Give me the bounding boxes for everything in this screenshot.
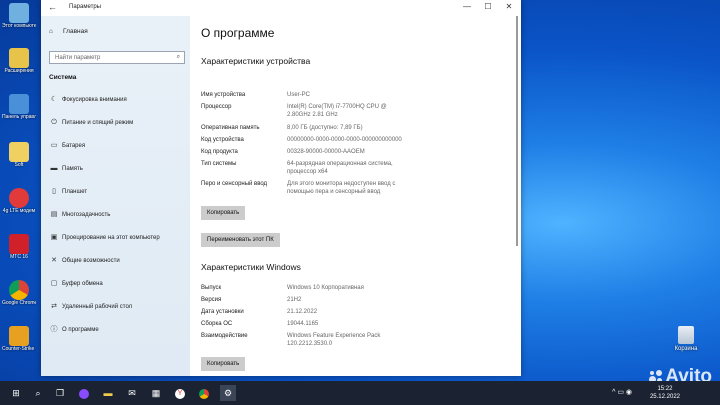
csgo-icon	[9, 326, 29, 346]
desktop-icon-extensions[interactable]: Расширения	[2, 48, 36, 74]
taskbar-alice[interactable]	[76, 385, 92, 401]
sidebar-item-tablet[interactable]: ▯ Планшет	[41, 182, 190, 204]
sidebar-section-title: Система	[49, 74, 77, 81]
sidebar-item-multitasking[interactable]: ▤ Многозадачность	[41, 205, 190, 227]
taskbar-explorer[interactable]: ▬	[100, 385, 116, 401]
folder-icon: ▬	[103, 388, 113, 398]
taskbar-settings[interactable]: ⚙	[220, 385, 236, 401]
sidebar-item-clipboard[interactable]: ▢ Буфер обмена	[41, 274, 190, 296]
computer-icon	[9, 3, 29, 23]
sidebar-item-remote-desktop[interactable]: ⇄ Удаленный рабочий стол	[41, 297, 190, 319]
sidebar-item-focus-assist[interactable]: ☾ Фокусировка внимания	[41, 90, 190, 112]
minimize-button[interactable]: —	[457, 2, 477, 11]
task-view-icon: ❐	[55, 388, 65, 398]
mts-icon	[9, 234, 29, 254]
start-button[interactable]: ⊞	[8, 385, 24, 401]
windows-section-title: Характеристики Windows	[201, 262, 301, 272]
battery-icon: ▭	[50, 142, 58, 149]
info-icon: ⓘ	[50, 326, 58, 333]
desktop-icon-recycle-bin[interactable]: Корзина	[666, 326, 706, 352]
home-icon: ⌂	[49, 28, 53, 35]
modem-icon	[9, 188, 29, 208]
search-icon: ⌕	[35, 388, 41, 398]
store-icon: ▦	[151, 388, 161, 398]
sidebar: ⌂ Главная Найти параметр ⌕ Система ☾ Фокус…	[41, 16, 190, 376]
task-view-button[interactable]: ❐	[52, 385, 68, 401]
search-placeholder: Найти параметр	[55, 55, 101, 61]
maximize-button[interactable]: ☐	[478, 2, 498, 11]
copy-device-specs-button[interactable]: Копировать	[201, 206, 246, 220]
desktop-icon-csgo[interactable]: Counter-Strike GO	[2, 326, 36, 352]
system-tray[interactable]: ^ ▭ ◉	[612, 388, 632, 396]
sidebar-item-battery[interactable]: ▭ Батарея	[41, 136, 190, 158]
settings-window: ← Параметры — ☐ ✕ ⌂ Главная Найти парамет…	[41, 0, 521, 376]
chrome-icon	[199, 388, 209, 399]
clock[interactable]: 15:22 25.12.2022	[650, 385, 680, 401]
folder-icon	[9, 142, 29, 162]
sidebar-item-projecting[interactable]: ▣ Проецирование на этот компьютер	[41, 228, 190, 250]
sidebar-item-about[interactable]: ⓘ О программе	[41, 320, 190, 342]
copy-windows-specs-button[interactable]: Копировать	[201, 357, 246, 371]
desktop-icon-soft[interactable]: Soft	[2, 142, 36, 168]
chrome-icon	[9, 280, 29, 300]
sidebar-item-power[interactable]: ⏻ Питание и спящий режим	[41, 113, 190, 135]
sidebar-item-shared-experiences[interactable]: ✕ Общие возможности	[41, 251, 190, 273]
yandex-icon: Y	[175, 388, 185, 399]
shared-experiences-icon: ✕	[51, 257, 57, 264]
device-section-title: Характеристики устройства	[201, 56, 311, 66]
taskbar: ⊞ ⌕ ❐ ▬ ✉ ▦ Y ⚙ ^ ▭ ◉ 15:22 25.12.2022	[0, 381, 720, 405]
taskbar-chrome[interactable]	[196, 385, 212, 401]
desktop-icon-control-panel[interactable]: Панель управления	[2, 94, 36, 120]
control-panel-icon	[9, 94, 29, 114]
main-content: О программе Характеристики устройства Им…	[190, 16, 521, 376]
close-button[interactable]: ✕	[499, 2, 519, 11]
taskbar-mail[interactable]: ✉	[124, 385, 140, 401]
multitasking-icon: ▤	[50, 211, 58, 218]
storage-icon: ▬	[50, 165, 58, 172]
folder-icon	[9, 48, 29, 68]
recycle-bin-icon	[678, 326, 694, 344]
title-bar: ← Параметры — ☐ ✕	[41, 0, 521, 16]
desktop-icon-modem[interactable]: 4g LTE модем	[2, 188, 36, 214]
alice-icon	[79, 388, 89, 399]
remote-desktop-icon: ⇄	[51, 303, 57, 310]
tablet-icon: ▯	[52, 188, 56, 195]
page-title: О программе	[201, 26, 275, 40]
taskbar-search-button[interactable]: ⌕	[30, 385, 46, 401]
back-arrow-icon[interactable]: ←	[48, 2, 57, 12]
taskbar-store[interactable]: ▦	[148, 385, 164, 401]
rename-pc-button[interactable]: Переименовать этот ПК	[201, 233, 280, 247]
taskbar-yandex[interactable]: Y	[172, 385, 188, 401]
clipboard-icon: ▢	[50, 280, 58, 287]
moon-icon: ☾	[50, 96, 58, 103]
power-icon: ⏻	[51, 119, 57, 126]
desktop-icon-this-pc[interactable]: Этот компьютер	[2, 3, 36, 29]
desktop-icon-chrome[interactable]: Google Chrome	[2, 280, 36, 306]
search-icon: ⌕	[176, 54, 180, 60]
scrollbar[interactable]	[516, 16, 518, 246]
desktop-icon-mts[interactable]: МТС 16	[2, 234, 36, 260]
projecting-icon: ▣	[50, 234, 58, 241]
sidebar-item-storage[interactable]: ▬ Память	[41, 159, 190, 181]
mail-icon: ✉	[128, 388, 136, 398]
window-title: Параметры	[69, 4, 101, 10]
search-input[interactable]: Найти параметр ⌕	[49, 51, 185, 64]
windows-icon: ⊞	[12, 388, 20, 398]
sidebar-home[interactable]: ⌂ Главная	[49, 28, 88, 35]
gear-icon: ⚙	[223, 388, 233, 398]
